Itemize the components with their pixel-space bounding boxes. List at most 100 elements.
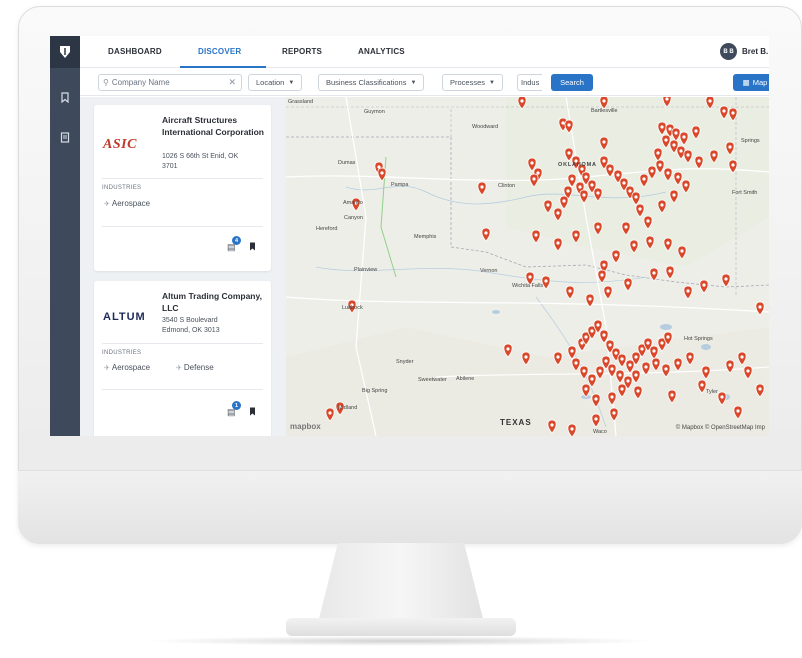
map-pin-dot (758, 305, 762, 309)
map-pin-dot (672, 143, 676, 147)
map-pin-dot (666, 171, 670, 175)
map-pin-dot (556, 355, 560, 359)
industries-filter[interactable]: Indus (517, 74, 543, 91)
map-city-label: Abilene (456, 376, 475, 382)
bookmark-icon[interactable] (249, 407, 256, 418)
map-pin-dot (584, 335, 588, 339)
map-pin-dot (602, 140, 606, 144)
map-pin-dot (728, 363, 732, 367)
company-name[interactable]: Aircraft Structures International Corpor… (162, 114, 264, 138)
map-pin-dot (618, 373, 622, 377)
filter-bar: ⚲ Company Name ✕ Location ▼ Business Clas… (80, 68, 769, 96)
map-city-label: Hot Springs (684, 336, 713, 342)
map-pin-dot (556, 211, 560, 215)
map-pin-dot (536, 171, 540, 175)
map-city-label: Woodward (472, 124, 499, 130)
map-pin-dot (566, 189, 570, 193)
map-pin-dot (640, 347, 644, 351)
processes-filter[interactable]: Processes ▼ (442, 74, 503, 91)
report-count-badge: 4 (232, 236, 241, 245)
map-pin-dot (674, 131, 678, 135)
mapbox-logo[interactable]: mapbox (290, 422, 321, 431)
map-pin-dot (664, 367, 668, 371)
avatar[interactable]: B B (720, 43, 737, 60)
map-pin-dot (660, 341, 664, 345)
company-card[interactable]: ALTUM Altum Trading Company, LLC 3540 S … (94, 281, 271, 436)
map-pin-dot (642, 177, 646, 181)
bookmark-icon[interactable] (249, 242, 256, 253)
map-pin-dot (596, 191, 600, 195)
map-pin-dot (660, 203, 664, 207)
map-attribution[interactable]: © Mapbox © OpenStreetMap Imp (676, 425, 765, 431)
map-pin-dot (480, 185, 484, 189)
business-classifications-label: Business Classifications (326, 78, 407, 87)
top-navigation: DASHBOARD DISCOVER REPORTS ANALYTICS B B… (80, 36, 769, 68)
aerospace-icon: ✈ (104, 201, 110, 208)
company-card[interactable]: ASIC Aircraft Structures International C… (94, 105, 271, 271)
map-pin-dot (616, 173, 620, 177)
search-placeholder: Company Name (111, 78, 170, 87)
map-city-label: Plainview (354, 267, 378, 273)
monitor-shadow (140, 636, 660, 646)
map-button-label: Map (752, 78, 768, 87)
map-pin-dot (632, 243, 636, 247)
map-pin-dot (666, 335, 670, 339)
map-pin-dot (544, 279, 548, 283)
map-pin-dot (684, 183, 688, 187)
company-address-line1: 1026 S 66th St Enid, OK (162, 153, 239, 160)
map-pin-dot (612, 411, 616, 415)
report-count-badge: 1 (232, 401, 241, 410)
map-pin-dot (570, 177, 574, 181)
map-pin-dot (660, 125, 664, 129)
company-address-line2: 3701 (162, 163, 178, 170)
map-icon: ▦ (742, 78, 750, 87)
map-pin-dot (582, 193, 586, 197)
map-pin-dot (652, 349, 656, 353)
company-search-input[interactable]: ⚲ Company Name ✕ (98, 74, 242, 91)
search-button[interactable]: Search (551, 74, 593, 91)
map-pin-dot (602, 159, 606, 163)
map-pin-dot (596, 225, 600, 229)
location-filter[interactable]: Location ▼ (248, 74, 303, 91)
tab-dashboard[interactable]: DASHBOARD (108, 47, 162, 56)
map-city-label: Sweetwater (418, 377, 447, 383)
report-icon[interactable] (58, 132, 72, 146)
map-pin-dot (694, 129, 698, 133)
map-pin-dot (704, 369, 708, 373)
map-pin-dot (666, 241, 670, 245)
map-pin-dot (610, 367, 614, 371)
map-pin-dot (665, 97, 669, 101)
map-view-button[interactable]: ▦ Map (733, 74, 769, 91)
map-city-label: Memphis (414, 234, 437, 240)
map-pin-dot (528, 275, 532, 279)
map-city-label: Fort Smith (732, 190, 758, 196)
map-pin-dot (506, 347, 510, 351)
map-pin-dot (686, 289, 690, 293)
map-pin-dot (758, 387, 762, 391)
map-city-label: Lubbock (342, 305, 363, 311)
map-view[interactable]: Grassland Guymon Woodward Bartlesville D… (286, 97, 769, 436)
business-classifications-filter[interactable]: Business Classifications ▼ (318, 74, 425, 91)
clear-icon[interactable]: ✕ (228, 77, 236, 88)
bookmark-icon[interactable] (58, 92, 72, 106)
map-pin-dot (624, 225, 628, 229)
map-pin-dot (594, 417, 598, 421)
tab-discover[interactable]: DISCOVER (198, 47, 241, 56)
tab-analytics[interactable]: ANALYTICS (358, 47, 405, 56)
map-pin-dot (602, 263, 606, 267)
user-name[interactable]: Bret B. (742, 47, 768, 56)
map-state-label: TEXAS (500, 418, 532, 427)
app-logo-icon[interactable] (50, 36, 80, 68)
map-pin-dot (606, 289, 610, 293)
map-pin-dot (656, 151, 660, 155)
location-filter-label: Location (256, 78, 285, 87)
map-pin-dot (628, 363, 632, 367)
map-city-label: Grassland (288, 99, 314, 105)
map-pin-dot (604, 359, 608, 363)
map-pin-dot (534, 233, 538, 237)
company-name[interactable]: Altum Trading Company, LLC (162, 290, 264, 314)
industry-name: Defense (183, 363, 214, 372)
tab-reports[interactable]: REPORTS (282, 47, 322, 56)
industry-name: Aerospace (111, 363, 151, 372)
map-pin-dot (594, 397, 598, 401)
